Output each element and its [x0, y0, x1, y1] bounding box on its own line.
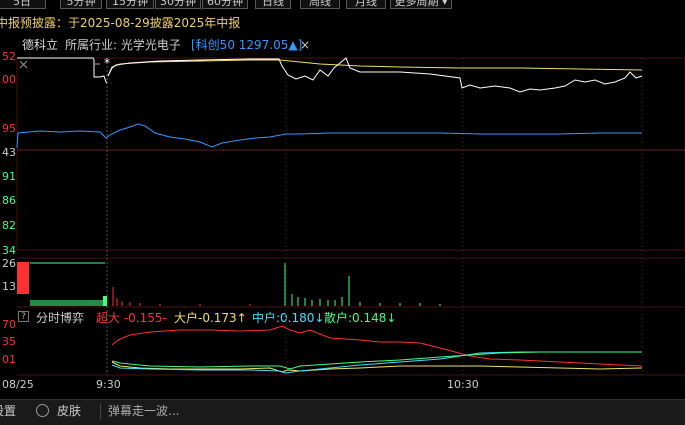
skin-button[interactable]: 皮肤 [57, 400, 81, 422]
toolbar-divider [100, 403, 101, 420]
collapse-icon[interactable] [19, 60, 28, 69]
danmaku-input[interactable]: 弹幕走一波... [108, 400, 179, 422]
settings-button[interactable]: 设置 [0, 400, 16, 422]
volume-bars [112, 287, 251, 306]
volume-bar-prev-day [103, 296, 107, 306]
volume-bars [284, 263, 441, 306]
price-panel-frame [16, 57, 685, 251]
price-line-prev-day [17, 57, 108, 84]
event-star-icon[interactable]: * [104, 56, 110, 70]
volume-bar-prev-day [30, 300, 106, 306]
chart-canvas: * [16, 56, 685, 376]
price-line [107, 57, 643, 93]
super-large-flow-line [111, 325, 643, 367]
volume-bar-prev-day [17, 262, 29, 294]
skin-icon[interactable] [36, 404, 49, 417]
avg-price-line [107, 59, 643, 77]
retail-flow-line [111, 351, 642, 370]
index-line [16, 123, 642, 149]
bottom-toolbar: 设置 皮肤 弹幕走一波... [0, 399, 685, 425]
